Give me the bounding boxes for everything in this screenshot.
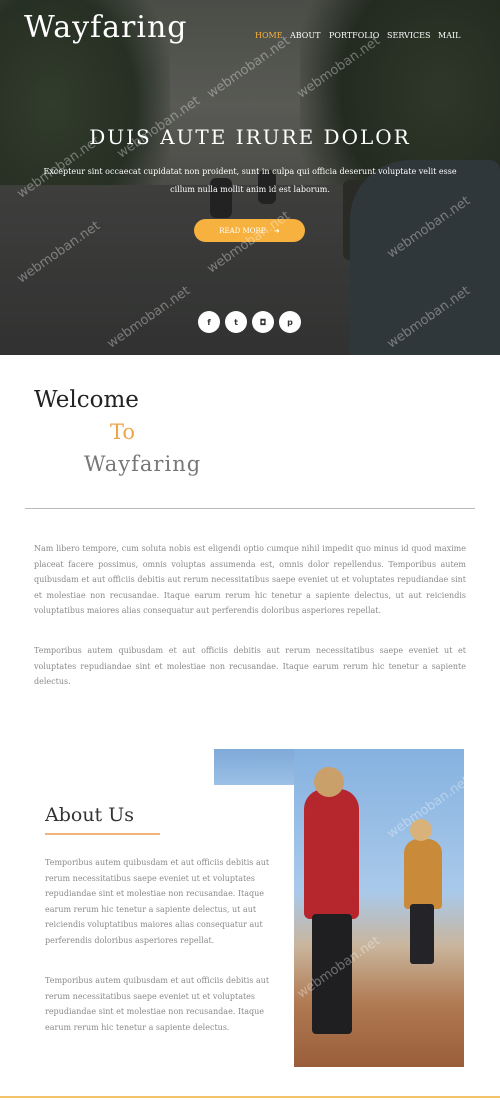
arrow-right-icon: ➜ — [273, 226, 280, 235]
welcome-heading-line2: To — [110, 420, 136, 444]
site-logo[interactable]: Wayfaring — [24, 10, 188, 45]
facebook-glyph: f — [207, 317, 211, 327]
about-paragraph-2: Temporibus autem quibusdam et aut offici… — [45, 976, 270, 1032]
read-more-button[interactable]: READ MORE ➜ — [194, 219, 305, 242]
instagram-icon[interactable]: ◘ — [252, 311, 274, 333]
hiker-head — [314, 767, 344, 797]
about-paragraph-1: Temporibus autem quibusdam et aut offici… — [45, 858, 270, 945]
twitter-glyph: t — [234, 317, 238, 327]
nav-home[interactable]: HOME — [255, 31, 283, 40]
facebook-icon[interactable]: f — [198, 311, 220, 333]
hiker-red-jacket — [304, 789, 359, 919]
welcome-paragraph-1: Nam libero tempore, cum soluta nobis est… — [34, 544, 466, 616]
welcome-heading-line1: Welcome — [34, 387, 139, 413]
hero-banner: Wayfaring HOME ABOUT PORTFOLIO SERVICES … — [0, 0, 500, 355]
twitter-icon[interactable]: t — [225, 311, 247, 333]
hiker-legs — [312, 914, 352, 1034]
footer-accent-line — [0, 1096, 500, 1098]
nav-about[interactable]: ABOUT — [290, 31, 320, 40]
about-title: About Us — [45, 804, 134, 826]
instagram-glyph: ◘ — [259, 317, 267, 327]
pinterest-glyph: p — [287, 317, 293, 327]
section-divider — [25, 508, 475, 509]
pinterest-icon[interactable]: p — [279, 311, 301, 333]
nav-portfolio[interactable]: PORTFOLIO — [329, 31, 379, 40]
about-underline — [45, 833, 160, 835]
about-photo — [294, 749, 464, 1067]
hiker-head-2 — [410, 819, 432, 841]
hero-title: DUIS AUTE IRURE DOLOR — [89, 125, 411, 149]
welcome-heading-line3: Wayfaring — [84, 452, 202, 476]
hiker-legs-2 — [410, 904, 434, 964]
welcome-paragraph-2: Temporibus autem quibusdam et aut offici… — [34, 646, 466, 687]
read-more-label: READ MORE — [219, 226, 266, 235]
nav-services[interactable]: SERVICES — [387, 31, 430, 40]
hero-text: Excepteur sint occaecat cupidatat non pr… — [43, 167, 457, 194]
hiker-yellow-jacket — [404, 839, 442, 909]
nav-mail[interactable]: MAIL — [438, 31, 460, 40]
